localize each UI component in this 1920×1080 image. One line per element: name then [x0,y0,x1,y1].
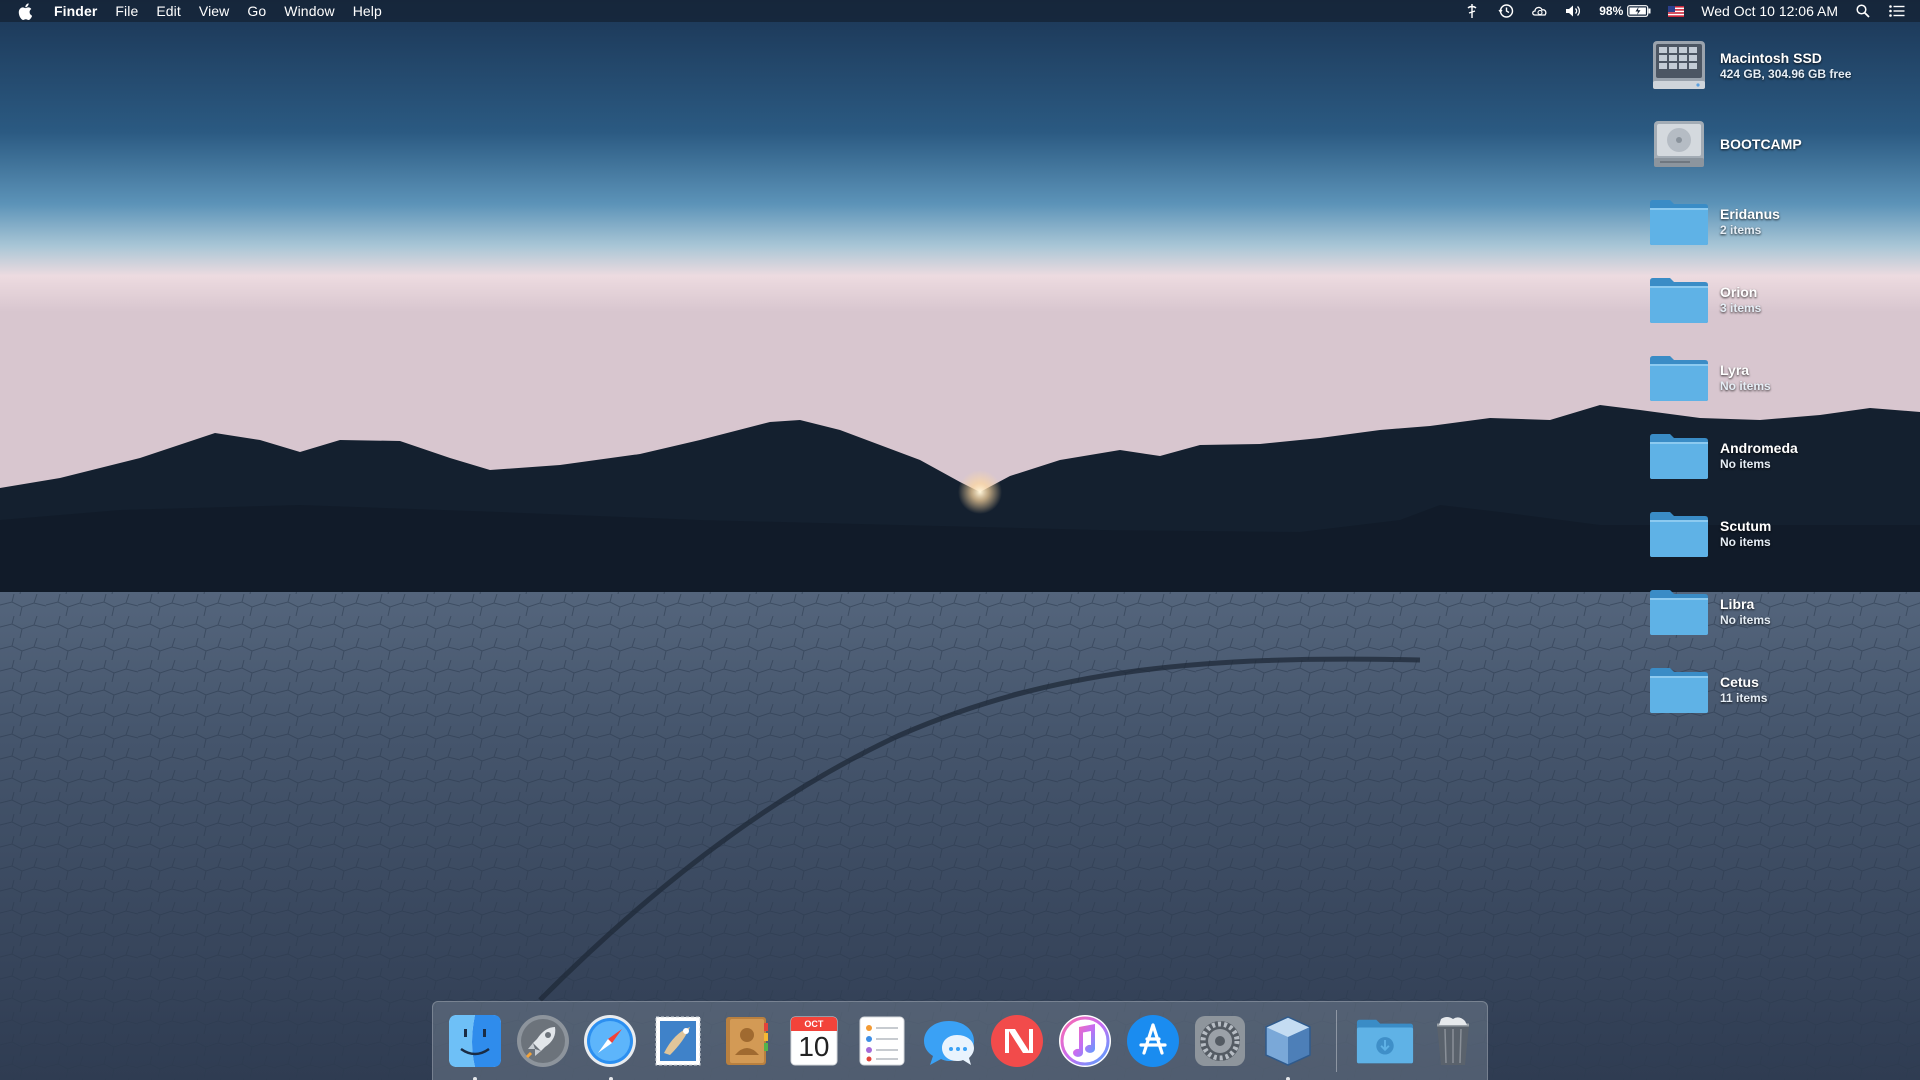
menu-file[interactable]: File [115,3,138,19]
ssd-icon [1646,36,1712,96]
menu-go[interactable]: Go [247,3,266,19]
news-icon [991,1015,1044,1067]
spotlight-search-icon[interactable] [1854,2,1872,20]
folder-icon [1646,426,1712,486]
desktop-item-info: No items [1720,535,1771,549]
dock-news[interactable] [987,1011,1047,1071]
dock-reminders[interactable] [852,1011,912,1071]
calendar-day: 10 [798,1031,830,1062]
desktop-item-name: Eridanus [1720,206,1780,222]
time-machine-icon[interactable] [1497,2,1515,20]
messages-bubble-icon [924,1021,975,1065]
folder-icon [1646,582,1712,642]
dock: OCT 10 [432,1001,1488,1080]
cube-icon [1265,1016,1312,1066]
desktop-wallpaper [0,0,1920,1080]
desktop-item-bootcamp[interactable]: BOOTCAMP [1646,112,1910,176]
notification-center-icon[interactable] [1888,2,1906,20]
desktop-item-info: 2 items [1720,223,1762,237]
desktop-item-macintosh-ssd[interactable]: Macintosh SSD 424 GB, 304.96 GB free [1646,34,1910,98]
downloads-folder-icon [1357,1019,1414,1064]
battery-percentage[interactable]: 98% [1599,4,1623,18]
desktop-item-lyra[interactable]: Lyra No items [1646,346,1910,410]
dock-calendar[interactable]: OCT 10 [784,1011,844,1071]
menu-clock[interactable]: Wed Oct 10 12:06 AM [1701,3,1838,19]
reminders-list-icon [859,1016,905,1066]
menu-bar: Finder File Edit View Go Window Help 98%… [0,0,1920,22]
desktop-item-name: Cetus [1720,674,1759,690]
desktop-item-name: Lyra [1720,362,1750,378]
desktop-item-name: Libra [1720,596,1755,612]
desktop-item-andromeda[interactable]: Andromeda No items [1646,424,1910,488]
desktop-item-info: No items [1720,613,1771,627]
cloud-sync-icon[interactable] [1531,2,1549,20]
menu-view[interactable]: View [199,3,230,19]
folder-icon [1646,270,1712,330]
desktop-item-name: Macintosh SSD [1720,50,1822,66]
trash-icon [1437,1017,1470,1065]
desktop-item-eridanus[interactable]: Eridanus 2 items [1646,190,1910,254]
finder-icon [448,1015,501,1067]
dock-trash[interactable] [1423,1011,1483,1071]
desktop-item-info: 424 GB, 304.96 GB free [1720,67,1852,81]
desktop-item-orion[interactable]: Orion 3 items [1646,268,1910,332]
dock-system-preferences[interactable] [1191,1011,1251,1071]
music-note-icon [1058,1015,1111,1067]
menu-bar-left: Finder File Edit View Go Window Help [0,0,400,22]
dock-finder[interactable] [445,1011,505,1080]
desktop-item-name: Scutum [1720,518,1772,534]
dock-messages[interactable] [919,1011,979,1071]
contacts-book-icon [726,1017,769,1065]
dock-app-store[interactable] [1123,1011,1183,1071]
desktop-item-info: 11 items [1720,691,1768,705]
folder-icon [1646,192,1712,252]
dock-virtualbox[interactable] [1258,1011,1318,1080]
us-flag-input-icon[interactable] [1667,2,1685,20]
gear-icon [1195,1016,1246,1066]
folder-icon [1646,660,1712,720]
desktop-item-cetus[interactable]: Cetus 11 items [1646,658,1910,722]
compass-icon [584,1015,637,1067]
desktop-item-libra[interactable]: Libra No items [1646,580,1910,644]
battery-charging-icon[interactable] [1627,2,1651,20]
desktop-item-scutum[interactable]: Scutum No items [1646,502,1910,566]
dock-downloads[interactable] [1355,1011,1415,1071]
rocket-icon [516,1015,569,1067]
folder-icon [1646,504,1712,564]
desktop-item-name: Andromeda [1720,440,1798,456]
desktop-item-info: No items [1720,457,1771,471]
dock-itunes[interactable] [1055,1011,1115,1071]
desktop-item-name: BOOTCAMP [1720,135,1802,152]
app-store-icon [1126,1015,1179,1067]
desktop-item-name: Orion [1720,284,1758,300]
desktop-item-info: No items [1720,379,1771,393]
menu-bar-right: 98% Wed Oct 10 12:06 AM [1447,0,1920,22]
dock-safari[interactable] [581,1011,641,1080]
calendar-month: OCT [804,1019,824,1029]
script-icon[interactable] [1463,2,1481,20]
menu-app-finder[interactable]: Finder [54,3,97,19]
desktop-item-info: 3 items [1720,301,1762,315]
folder-icon [1646,348,1712,408]
dock-contacts[interactable] [716,1011,776,1071]
menu-help[interactable]: Help [353,3,382,19]
hard-drive-icon [1646,114,1712,174]
dock-separator [1336,1010,1338,1072]
menu-edit[interactable]: Edit [156,3,181,19]
apple-menu-icon[interactable] [18,2,34,20]
dock-launchpad[interactable] [513,1011,573,1071]
volume-icon[interactable] [1565,2,1583,20]
menu-window[interactable]: Window [284,3,334,19]
mail-stamp-icon [655,1016,701,1066]
dock-mail[interactable] [648,1011,708,1071]
